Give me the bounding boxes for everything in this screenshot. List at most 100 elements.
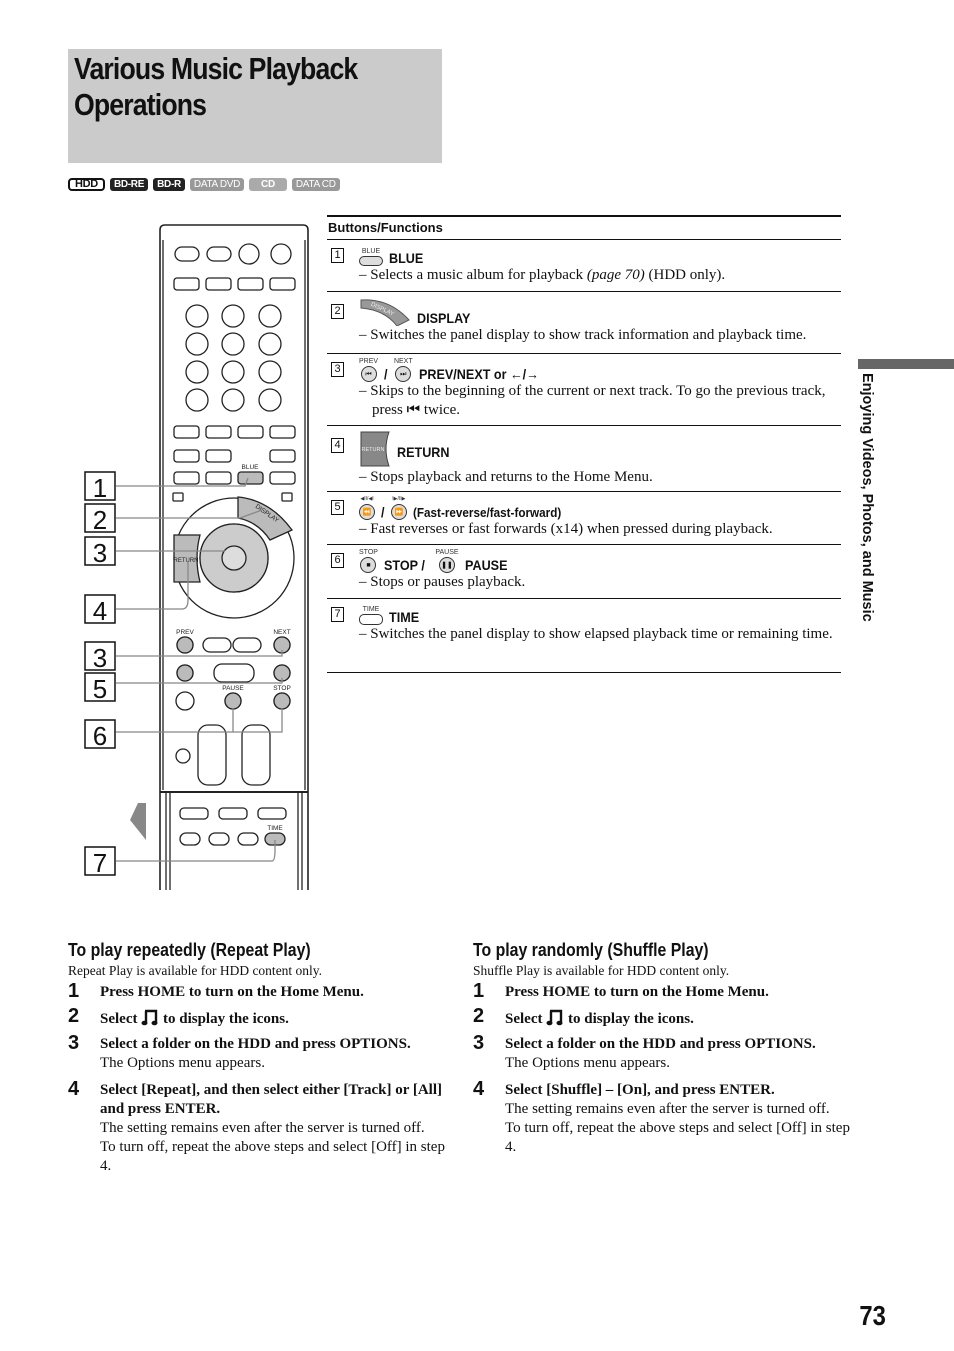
callout-7: 7 xyxy=(84,846,116,878)
section-title: To play repeatedly (Repeat Play) xyxy=(68,940,311,960)
callout-1: 1 xyxy=(84,471,116,503)
row-description: – Skips to the beginning of the current … xyxy=(359,383,826,418)
step: 1 Press HOME to turn on the Home Menu. xyxy=(68,980,364,1002)
buttons-functions-table: Buttons/Functions 1 BLUE BLUE – Selects … xyxy=(327,215,841,673)
row-description: – Switches the panel display to show ela… xyxy=(359,626,833,642)
page-link[interactable]: (page 70) xyxy=(587,267,645,283)
section-title: To play randomly (Shuffle Play) xyxy=(473,940,709,960)
row-label: PAUSE xyxy=(464,557,508,573)
remote-stop-button xyxy=(273,692,291,710)
table-row: 3 PREV ⏮ / NEXT ⏭ PREV/NEXT or ←/→ – Skips… xyxy=(327,354,841,426)
svg-text:5: 5 xyxy=(93,674,107,704)
remote-blue-button xyxy=(237,471,264,485)
table-row: 1 BLUE BLUE – Selects a music album for … xyxy=(327,240,841,292)
row-number: 2 xyxy=(331,304,344,319)
table-row: 4 RETURN RETURN – Stops playback and ret… xyxy=(327,426,841,492)
blue-button-icon: BLUE xyxy=(359,248,383,266)
row-description: – Selects a music album for playback (pa… xyxy=(359,267,726,283)
section-intro: Repeat Play is available for HDD content… xyxy=(68,963,323,978)
table-row: 2 DISPLAY DISPLAY – Switches the panel d… xyxy=(327,292,841,354)
badge-data-dvd: DATA DVD xyxy=(189,178,245,191)
svg-text:3: 3 xyxy=(93,538,107,568)
chapter-tab: Enjoying Videos, Photos, and Music xyxy=(859,373,875,622)
remote-rewind-button xyxy=(176,664,194,682)
svg-text:2: 2 xyxy=(93,505,107,535)
svg-text:4: 4 xyxy=(93,596,107,626)
badge-bd-re: BD-RE xyxy=(109,178,149,191)
remote-label-next: NEXT xyxy=(273,629,290,636)
prev-button-icon: PREV ⏮ xyxy=(359,358,378,382)
table-row: 6 STOP ■ STOP / PAUSE ❚❚ PAUSE – Stops or … xyxy=(327,545,841,599)
callout-3b: 3 xyxy=(84,641,116,673)
repeat-play-section: To play repeatedly (Repeat Play) Repeat … xyxy=(68,940,448,1182)
row-label: BLUE xyxy=(389,250,424,266)
arrow-down-icon xyxy=(130,803,146,840)
table-header: Buttons/Functions xyxy=(327,215,841,240)
remote-label-prev: PREV xyxy=(176,629,194,636)
next-button-icon: NEXT ⏭ xyxy=(394,358,413,382)
badge-hdd: HDD xyxy=(68,178,105,191)
step: 2 Select to display the icons. xyxy=(473,1005,694,1027)
row-number: 5 xyxy=(331,500,344,515)
step: 4 Select [Shuffle] – [On], and press ENT… xyxy=(473,1078,850,1155)
step: 4 Select [Repeat], and then select eithe… xyxy=(68,1078,445,1174)
shuffle-play-section: To play randomly (Shuffle Play) Shuffle … xyxy=(473,940,853,1163)
svg-text:6: 6 xyxy=(93,721,107,751)
row-label: RETURN xyxy=(397,444,450,460)
chapter-tab-bar xyxy=(858,359,954,369)
row-description: – Stops playback and returns to the Home… xyxy=(359,469,653,485)
pause-button-icon: PAUSE ❚❚ xyxy=(435,549,459,573)
callout-5: 5 xyxy=(84,672,116,704)
callout-4: 4 xyxy=(84,594,116,626)
fast-forward-button-icon: I▶/II▶ ⏩ xyxy=(390,496,407,520)
remote-label-time: TIME xyxy=(267,825,283,832)
step: 3 Select a folder on the HDD and press O… xyxy=(473,1032,816,1071)
fast-reverse-button-icon: ◀II/◀I ⏪ xyxy=(359,496,375,520)
callout-6: 6 xyxy=(84,719,116,751)
step: 2 Select to display the icons. xyxy=(68,1005,289,1027)
row-description: – Switches the panel display to show tra… xyxy=(359,327,807,343)
page-title-line2: Operations xyxy=(74,87,207,122)
row-label: DISPLAY xyxy=(417,310,471,326)
time-button-icon: TIME xyxy=(359,606,383,625)
page-title: Various Music Playback Operations xyxy=(74,51,444,123)
row-number: 6 xyxy=(331,553,344,568)
remote-control-illustration: BLUE RETURN PREV NEXT PAUSE STOP TIME DI… xyxy=(84,224,309,890)
badge-cd: CD xyxy=(249,178,287,191)
callout-2: 2 xyxy=(84,503,116,535)
remote-label-blue: BLUE xyxy=(242,464,260,471)
row-label: PREV/NEXT or ←/→ xyxy=(418,366,539,382)
page-number: 73 xyxy=(859,1300,886,1331)
stop-button-icon: STOP ■ xyxy=(359,549,378,573)
music-note-icon xyxy=(546,1009,563,1026)
row-number: 7 xyxy=(331,607,344,622)
callout-3: 3 xyxy=(84,536,116,568)
media-badges: HDD BD-RE BD-R DATA DVD CD DATA CD xyxy=(68,178,340,191)
step: 1 Press HOME to turn on the Home Menu. xyxy=(473,980,769,1002)
svg-text:3: 3 xyxy=(93,643,107,673)
step: 3 Select a folder on the HDD and press O… xyxy=(68,1032,411,1071)
row-number: 3 xyxy=(331,362,344,377)
return-button-icon: RETURN xyxy=(360,431,390,467)
table-row: 7 TIME TIME – Switches the panel display… xyxy=(327,599,841,673)
remote-prev-button xyxy=(176,636,194,654)
remote-label-stop: STOP xyxy=(273,685,291,692)
table-row: 5 ◀II/◀I ⏪ / I▶/II▶ ⏩ (Fast-reverse/fast-f… xyxy=(327,492,841,545)
remote-pause-button xyxy=(224,692,242,710)
svg-text:RETURN: RETURN xyxy=(362,447,385,453)
section-intro: Shuffle Play is available for HDD conten… xyxy=(473,963,730,978)
music-note-icon xyxy=(141,1009,158,1026)
svg-text:7: 7 xyxy=(93,848,107,878)
remote-label-return: RETURN xyxy=(174,558,199,564)
remote-label-pause: PAUSE xyxy=(222,685,244,692)
row-description: – Fast reverses or fast forwards (x14) w… xyxy=(359,521,773,537)
title-box: Various Music Playback Operations xyxy=(68,49,442,163)
badge-bd-r: BD-R xyxy=(153,178,185,191)
row-number: 4 xyxy=(331,438,344,453)
row-number: 1 xyxy=(331,248,344,263)
badge-data-cd: DATA CD xyxy=(291,178,340,191)
svg-text:1: 1 xyxy=(93,473,107,503)
row-label: (Fast-reverse/fast-forward) xyxy=(412,505,562,520)
page-title-line1: Various Music Playback xyxy=(74,51,358,86)
display-button-icon: DISPLAY xyxy=(360,299,410,326)
